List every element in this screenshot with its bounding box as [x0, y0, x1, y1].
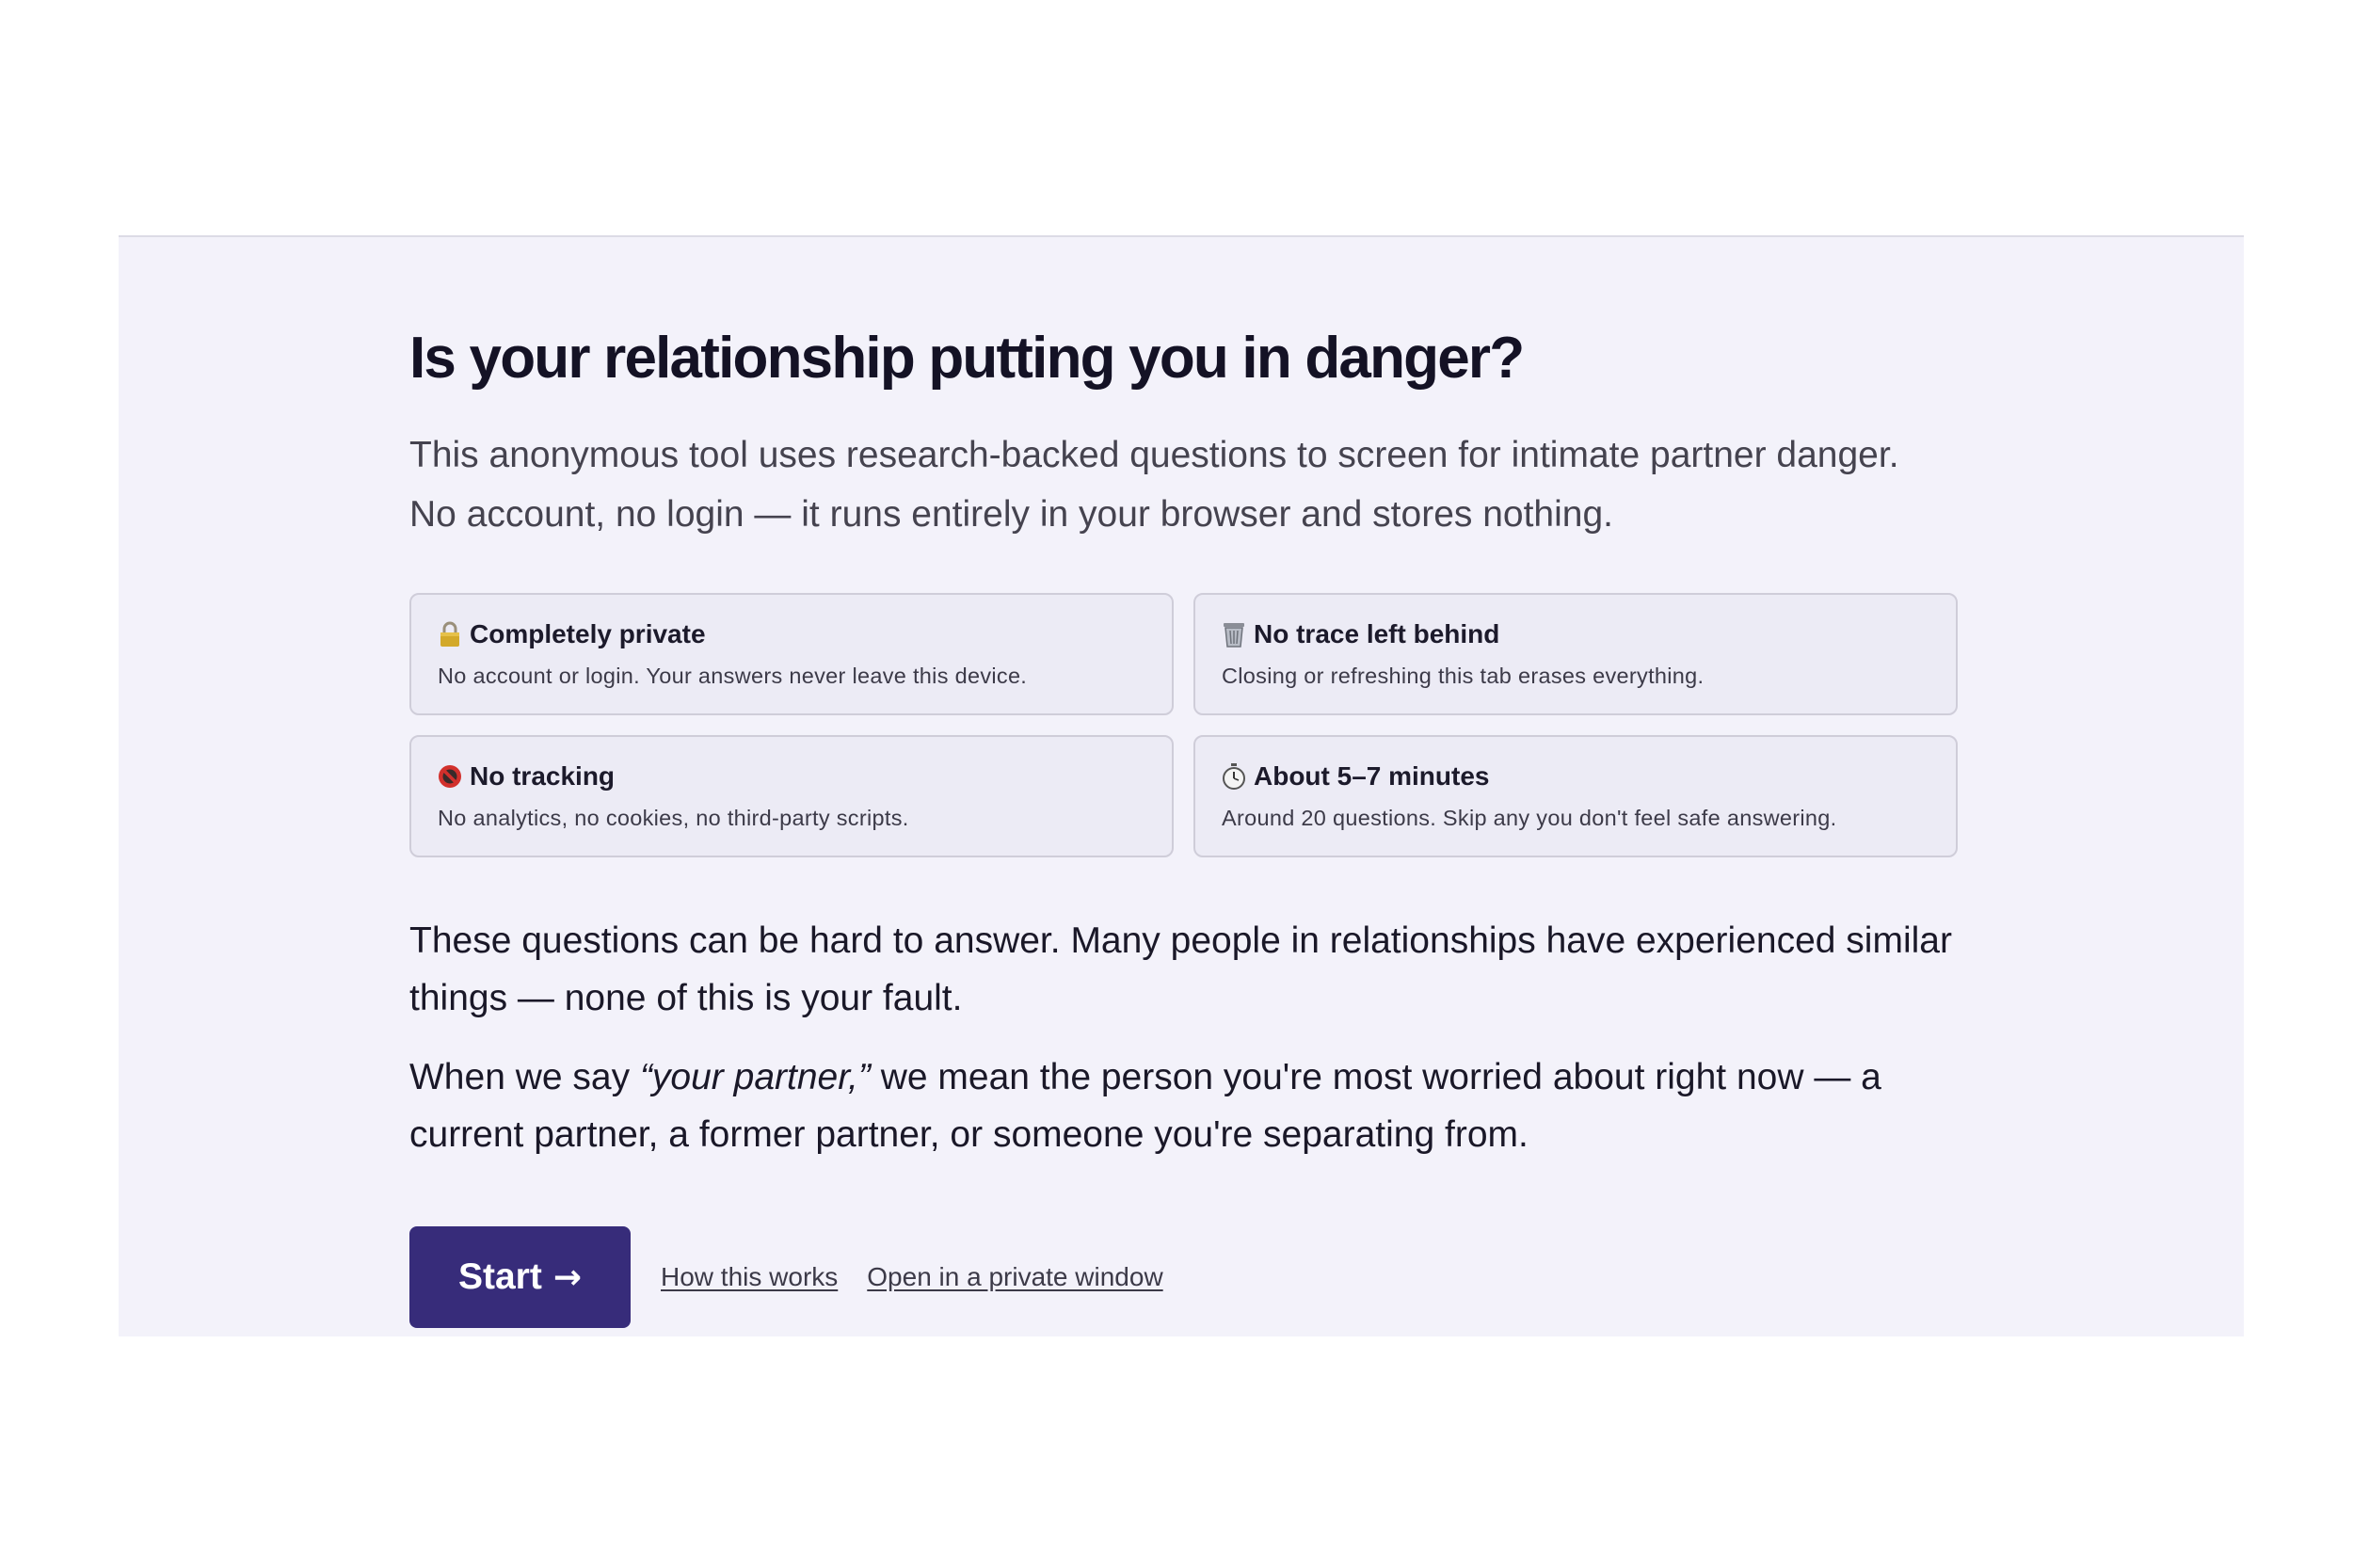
feature-card-desc: No analytics, no cookies, no third-party…	[438, 806, 909, 831]
feature-card-title: Completely private	[470, 619, 706, 649]
open-private-window-link[interactable]: Open in a private window	[867, 1262, 1162, 1292]
reassurance-text: These questions can be hard to answer. M…	[409, 920, 1952, 1019]
feature-card-time: About 5–7 minutes Around 20 questions. S…	[1193, 735, 1958, 858]
intro-content: Is your relationship putting you in dang…	[409, 324, 1972, 1329]
feature-card-private: Completely private No account or login. …	[409, 593, 1174, 716]
start-button[interactable]: Start →	[409, 1226, 631, 1329]
feature-card-no-tracking: No tracking No analytics, no cookies, no…	[409, 735, 1174, 858]
no-tracking-icon	[438, 762, 462, 791]
feature-card-title: No tracking	[470, 761, 616, 792]
arrow-right-icon: →	[552, 1257, 583, 1297]
feature-card-desc: Closing or refreshing this tab erases ev…	[1222, 664, 1705, 689]
feature-card-no-trace: No trace left behind Closing or refreshi…	[1193, 593, 1958, 716]
intro-panel: Is your relationship putting you in dang…	[119, 235, 2244, 1336]
lock-icon	[438, 620, 462, 648]
feature-card-title: About 5–7 minutes	[1254, 761, 1490, 792]
feature-card-desc: No account or login. Your answers never …	[438, 664, 1028, 689]
start-button-label: Start	[457, 1256, 542, 1298]
page-title: Is your relationship putting you in dang…	[409, 326, 1525, 391]
stopwatch-icon	[1222, 762, 1246, 791]
partner-definition-text: When we say “your partner,” we mean the …	[409, 1057, 1881, 1156]
feature-card-desc: Around 20 questions. Skip any you don't …	[1222, 806, 1837, 831]
trash-can-icon	[1222, 620, 1246, 648]
feature-card-title: No trace left behind	[1254, 619, 1500, 649]
feature-cards: Completely private No account or login. …	[409, 593, 1960, 858]
partner-emphasis: “your partner,”	[639, 1057, 871, 1098]
how-this-works-link[interactable]: How this works	[661, 1262, 838, 1292]
action-row: Start → How this works Open in a private…	[409, 1226, 1972, 1329]
intro-lead: This anonymous tool uses research-backed…	[409, 435, 1899, 536]
